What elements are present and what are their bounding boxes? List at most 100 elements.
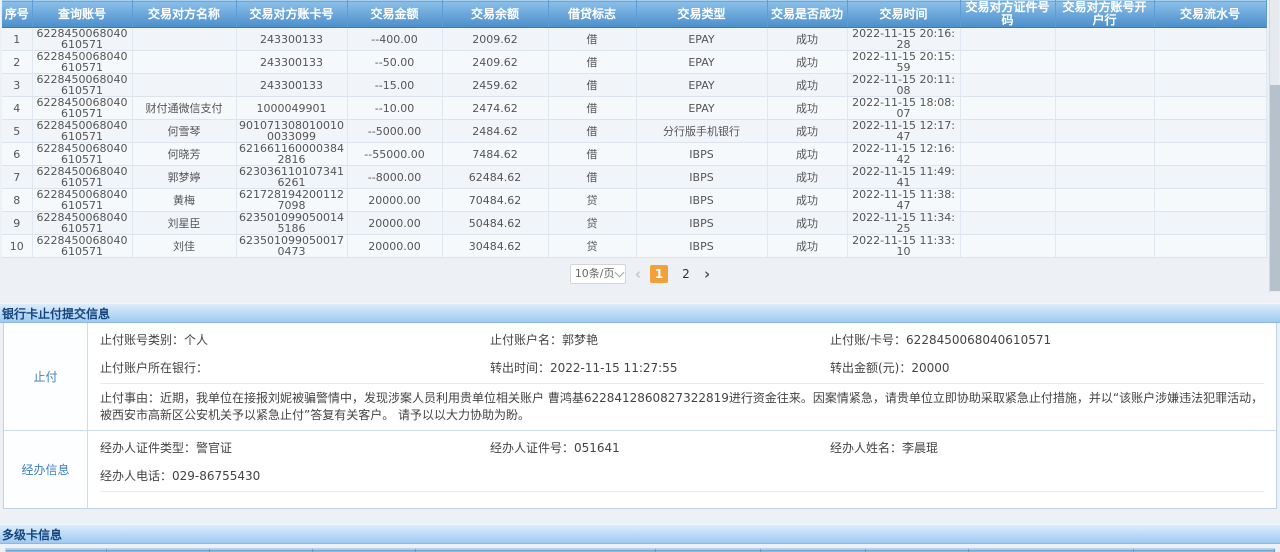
divider: [100, 491, 1264, 492]
transactions-table: 序号查询账号交易对方名称交易对方账卡号交易金额交易余额借贷标志交易类型交易是否成…: [2, 0, 1267, 258]
table-cell: [1055, 120, 1154, 143]
column-header: 交易余额: [442, 1, 548, 28]
table-row: 46228450068040610571财付通微信支付1000049901--1…: [2, 97, 1266, 120]
table-cell: [1154, 235, 1266, 258]
stop-payment-group-label: 止付: [4, 323, 88, 430]
table-cell: [1154, 212, 1266, 235]
table-row: 76228450068040610571郭梦婷62303611010734162…: [2, 166, 1266, 189]
table-cell: 6235010990500170473: [236, 235, 347, 258]
column-header: 交易是否成功: [767, 1, 847, 28]
pagination: 10条/页 ‹ 1 2 ›: [0, 261, 1280, 287]
table-cell: 成功: [767, 166, 847, 189]
table-cell: 3: [2, 74, 32, 97]
table-cell: IBPS: [636, 235, 767, 258]
table-cell: [1154, 120, 1266, 143]
divider: [100, 383, 1264, 384]
table-cell: 1: [2, 28, 32, 51]
table-cell: 62484.62: [442, 166, 548, 189]
table-cell: 7: [2, 166, 32, 189]
table-cell: [1055, 235, 1154, 258]
table-cell: 贷: [548, 235, 636, 258]
next-page-button[interactable]: ›: [704, 265, 710, 283]
table-cell: [1055, 51, 1154, 74]
field-transfer-amount: 转出金额(元)：20000: [830, 359, 1264, 376]
table-cell: 7484.62: [442, 143, 548, 166]
table-cell: 243300133: [236, 74, 347, 97]
table-cell: IBPS: [636, 143, 767, 166]
stop-payment-panel: 止付 止付账号类别：个人 止付账户名：郭梦艳 止付账/卡号：6228450068…: [3, 323, 1277, 509]
table-cell: 黄梅: [132, 189, 236, 212]
prev-page-button[interactable]: ‹: [635, 265, 641, 283]
table-cell: EPAY: [636, 97, 767, 120]
column-header: 交易时间: [847, 1, 960, 28]
table-cell: [1055, 212, 1154, 235]
table-cell: 5: [2, 120, 32, 143]
page-button-2[interactable]: 2: [677, 265, 695, 283]
table-cell: 借: [548, 120, 636, 143]
table-cell: [960, 120, 1055, 143]
column-header: 交易类型: [636, 1, 767, 28]
table-cell: 借: [548, 166, 636, 189]
table-cell: [960, 212, 1055, 235]
table-cell: 1000049901: [236, 97, 347, 120]
table-cell: 243300133: [236, 28, 347, 51]
table-cell: 2: [2, 51, 32, 74]
table-cell: 2022-11-15 11:34:25: [847, 212, 960, 235]
multi-card-table-wrap: 序号级别止付类型所属机构账号余额止付结果录入人录入单位录入时间 1一级第三方止付…: [5, 548, 1275, 552]
table-row: 36228450068040610571243300133--15.002459…: [2, 74, 1266, 97]
table-cell: 8: [2, 189, 32, 212]
table-cell: 成功: [767, 235, 847, 258]
table-cell: [960, 28, 1055, 51]
table-cell: [960, 97, 1055, 120]
table-cell: --55000.00: [347, 143, 442, 166]
page-size-select[interactable]: 10条/页: [570, 264, 626, 284]
table-cell: 2022-11-15 18:08:07: [847, 97, 960, 120]
table-cell: [960, 143, 1055, 166]
table-cell: 成功: [767, 97, 847, 120]
table-cell: 借: [548, 143, 636, 166]
table-cell: 2022-11-15 11:49:41: [847, 166, 960, 189]
table-cell: [1055, 189, 1154, 212]
table-cell: [1154, 74, 1266, 97]
table-cell: 成功: [767, 74, 847, 97]
handler-info-group-label: 经办信息: [4, 431, 88, 508]
table-cell: 6217281942001127098: [236, 189, 347, 212]
table-cell: 2022-11-15 12:16:42: [847, 143, 960, 166]
table-cell: 4: [2, 97, 32, 120]
table-cell: 2022-11-15 12:17:47: [847, 120, 960, 143]
field-account-type: 止付账号类别：个人: [100, 331, 490, 348]
stop-payment-group: 止付 止付账号类别：个人 止付账户名：郭梦艳 止付账/卡号：6228450068…: [4, 323, 1276, 430]
table-cell: 财付通微信支付: [132, 97, 236, 120]
table-cell: 成功: [767, 189, 847, 212]
table-cell: 借: [548, 28, 636, 51]
scrollbar-thumb[interactable]: [1270, 85, 1280, 291]
table-cell: [1154, 189, 1266, 212]
stop-payment-section-title: 银行卡止付提交信息: [0, 303, 1280, 323]
table-cell: 贷: [548, 189, 636, 212]
table-row: 66228450068040610571何晓芳62166116000038428…: [2, 143, 1266, 166]
page-button-1[interactable]: 1: [650, 265, 668, 283]
table-cell: IBPS: [636, 166, 767, 189]
table-cell: [960, 74, 1055, 97]
vertical-scrollbar[interactable]: [1269, 0, 1279, 292]
table-cell: [960, 51, 1055, 74]
field-handler-id-number: 经办人证件号：051641: [490, 439, 830, 456]
table-cell: IBPS: [636, 189, 767, 212]
table-cell: 何雪琴: [132, 120, 236, 143]
table-cell: [132, 28, 236, 51]
table-cell: 成功: [767, 143, 847, 166]
table-cell: [1055, 166, 1154, 189]
table-row: 106228450068040610571刘佳62350109905001704…: [2, 235, 1266, 258]
table-cell: 30484.62: [442, 235, 548, 258]
field-handler-id-type: 经办人证件类型：警官证: [100, 439, 490, 456]
table-row: 96228450068040610571刘星臣62350109905001451…: [2, 212, 1266, 235]
table-cell: 分行版手机银行: [636, 120, 767, 143]
transactions-table-wrap: 序号查询账号交易对方名称交易对方账卡号交易金额交易余额借贷标志交易类型交易是否成…: [0, 0, 1280, 258]
column-header: 查询账号: [32, 1, 132, 28]
table-cell: --400.00: [347, 28, 442, 51]
field-card-number: 止付账/卡号：6228450068040610571: [830, 331, 1264, 348]
table-cell: 成功: [767, 51, 847, 74]
table-cell: 2484.62: [442, 120, 548, 143]
table-cell: EPAY: [636, 28, 767, 51]
table-cell: 20000.00: [347, 212, 442, 235]
